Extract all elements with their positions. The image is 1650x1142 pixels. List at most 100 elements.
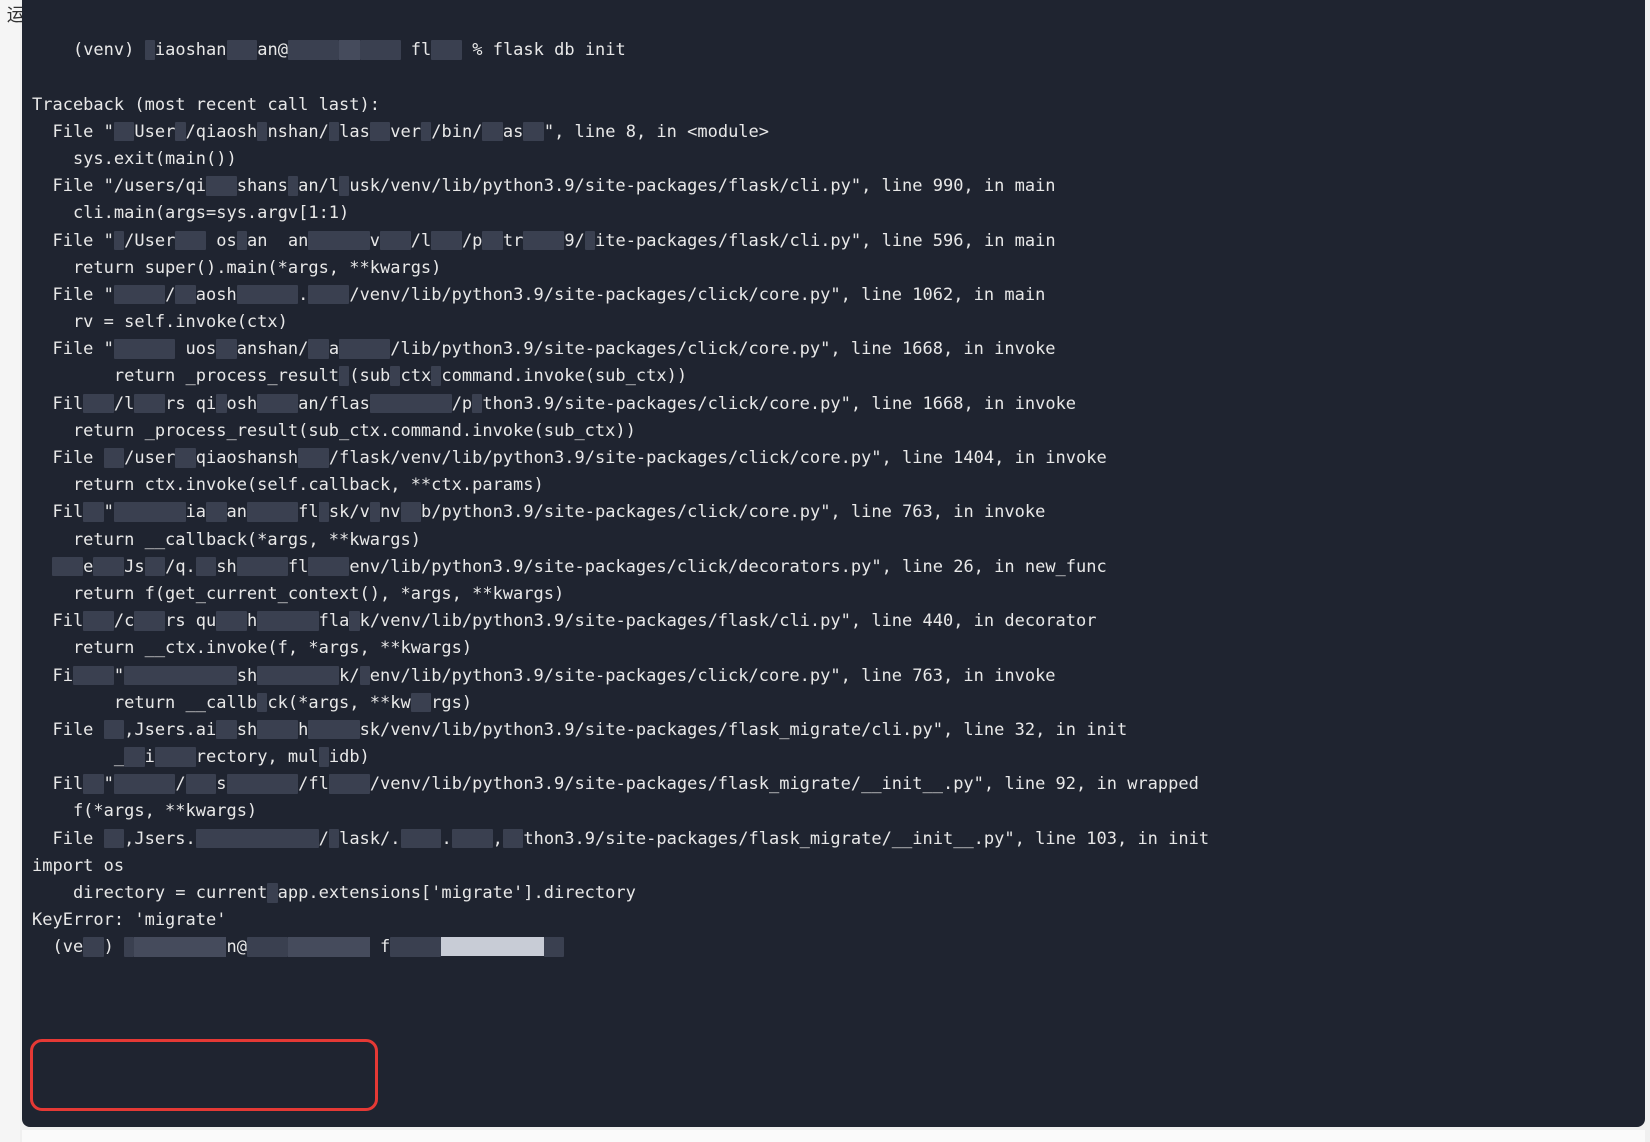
traceback-frame: Fi"shk/env/lib/python3.9/site-packages/c… <box>32 663 1645 690</box>
path-segment: " <box>104 774 114 794</box>
redacted-text <box>216 720 236 740</box>
traceback-frame: eJs/q.shflenv/lib/python3.9/site-package… <box>32 554 1645 581</box>
redacted-text <box>145 40 155 60</box>
line-info: ", line 8, in <module> <box>544 122 769 142</box>
path-segment: /q. <box>165 557 196 577</box>
redacted-text <box>104 448 124 468</box>
redacted-text <box>421 122 431 142</box>
path-segment: /p <box>452 394 472 414</box>
file-prefix: File <box>52 720 103 740</box>
path-segment: env/lib/python3.9/site-packages/click/de… <box>349 557 871 577</box>
redacted-text <box>585 231 595 251</box>
redacted-text <box>370 394 452 414</box>
line-info: ", line 26, in new_func <box>871 557 1106 577</box>
path-segment: fla <box>319 611 350 631</box>
path-segment: a <box>329 339 339 359</box>
traceback-code: directory = currentapp.extensions['migra… <box>32 880 1645 907</box>
path-segment: usk/venv/lib/python3.9/site-packages/fla… <box>349 176 851 196</box>
redacted-text <box>267 883 277 903</box>
redacted-text <box>124 747 144 767</box>
path-segment: /venv/lib/python3.9/site-packages/flask_… <box>370 774 974 794</box>
path-segment: thon3.9/site-packages/flask_migrate/__in… <box>523 829 1004 849</box>
redacted-text <box>237 285 298 305</box>
path-segment: anshan/ <box>237 339 309 359</box>
path-segment: /l <box>411 231 431 251</box>
redacted-text <box>370 122 390 142</box>
line-info: ", line 32, in init <box>933 720 1127 740</box>
path-segment: fl <box>298 502 318 522</box>
path-segment: , <box>493 829 503 849</box>
line-info: ", line 990, in main <box>851 176 1056 196</box>
file-prefix: File " <box>52 285 113 305</box>
redacted-text <box>114 774 175 794</box>
path-segment: b/python3.9/site-packages/click/core.py <box>421 502 820 522</box>
line-info: ", line 596, in main <box>851 231 1056 251</box>
redacted-text <box>401 502 421 522</box>
line-info: ", line 1404, in invoke <box>871 448 1106 468</box>
path-segment: an/flas <box>298 394 370 414</box>
redacted-text <box>186 774 217 794</box>
redacted-text <box>134 611 165 631</box>
redacted-text <box>206 176 237 196</box>
redacted-text <box>339 40 359 60</box>
error-line: KeyError: 'migrate' <box>32 907 1645 934</box>
redacted-text <box>134 394 165 414</box>
redacted-text <box>114 231 124 251</box>
traceback-code: return super().main(*args, **kwargs) <box>32 255 1645 282</box>
path-segment: ver <box>390 122 421 142</box>
redacted-text <box>83 394 114 414</box>
redacted-text <box>257 611 318 631</box>
path-segment: sk/v <box>329 502 370 522</box>
path-segment: User <box>134 122 175 142</box>
redacted-text <box>104 829 124 849</box>
terminal-panel[interactable]: (venv) iaoshanan@ fl % flask db init Tra… <box>22 0 1645 1127</box>
path-text: f <box>380 937 390 957</box>
path-segment: / <box>319 829 329 849</box>
redacted-text <box>288 937 370 957</box>
path-segment: " <box>114 666 124 686</box>
redacted-text <box>288 40 339 60</box>
redacted-text <box>73 666 114 686</box>
redacted-text <box>523 122 543 142</box>
redacted-text <box>257 720 298 740</box>
line-info: ", line 1668, in invoke <box>820 339 1055 359</box>
traceback-header: Traceback (most recent call last): <box>32 92 1645 119</box>
redacted-text <box>360 666 370 686</box>
path-segment: las <box>339 122 370 142</box>
path-segment: /bin/ <box>431 122 482 142</box>
redacted-text <box>114 285 165 305</box>
path-segment: env/lib/python3.9/site-packages/click/co… <box>370 666 831 686</box>
path-segment: rs qi <box>165 394 216 414</box>
horizontal-scrollbar[interactable] <box>22 1130 1645 1142</box>
traceback-code: return ctx.invoke(self.callback, **ctx.p… <box>32 472 1645 499</box>
redacted-text <box>319 502 329 522</box>
file-prefix: File "/ <box>52 176 124 196</box>
path-segment: /venv/lib/python3.9/site-packages/click/… <box>349 285 830 305</box>
redacted-text <box>175 285 195 305</box>
path-segment: /user <box>124 448 175 468</box>
redacted-text <box>196 829 319 849</box>
prompt-line-bottom: (ve) n@ f <box>32 934 1645 961</box>
redacted-text <box>390 366 400 386</box>
editor-gutter: 运 <box>0 0 20 1142</box>
traceback-frame: File "/User osan anv/l/ptr9/ite-packages… <box>32 228 1645 255</box>
path-segment: / <box>165 285 175 305</box>
redacted-text <box>227 40 258 60</box>
path-segment: an an <box>247 231 308 251</box>
path-segment: rs qu <box>165 611 216 631</box>
traceback-frame: Fil/lrs qioshan/flas/pthon3.9/site-packa… <box>32 391 1645 418</box>
traceback-code: sys.exit(main()) <box>32 146 1645 173</box>
path-segment: e <box>83 557 93 577</box>
path-segment: k/venv/lib/python3.9/site-packages/flask… <box>360 611 841 631</box>
traceback-frame: Fil"iaanflsk/vnvb/python3.9/site-package… <box>32 499 1645 526</box>
venv-indicator: (venv) <box>73 40 134 60</box>
path-segment: . <box>441 829 451 849</box>
host-text: an@ <box>257 40 288 60</box>
path-segment: /flask/venv/lib/python3.9/site-packages/… <box>329 448 871 468</box>
redacted-text <box>257 122 267 142</box>
redacted-text <box>298 448 329 468</box>
redacted-text <box>482 122 502 142</box>
path-segment: h <box>298 720 308 740</box>
error-highlight-annotation <box>30 1039 378 1111</box>
redacted-text <box>329 829 339 849</box>
